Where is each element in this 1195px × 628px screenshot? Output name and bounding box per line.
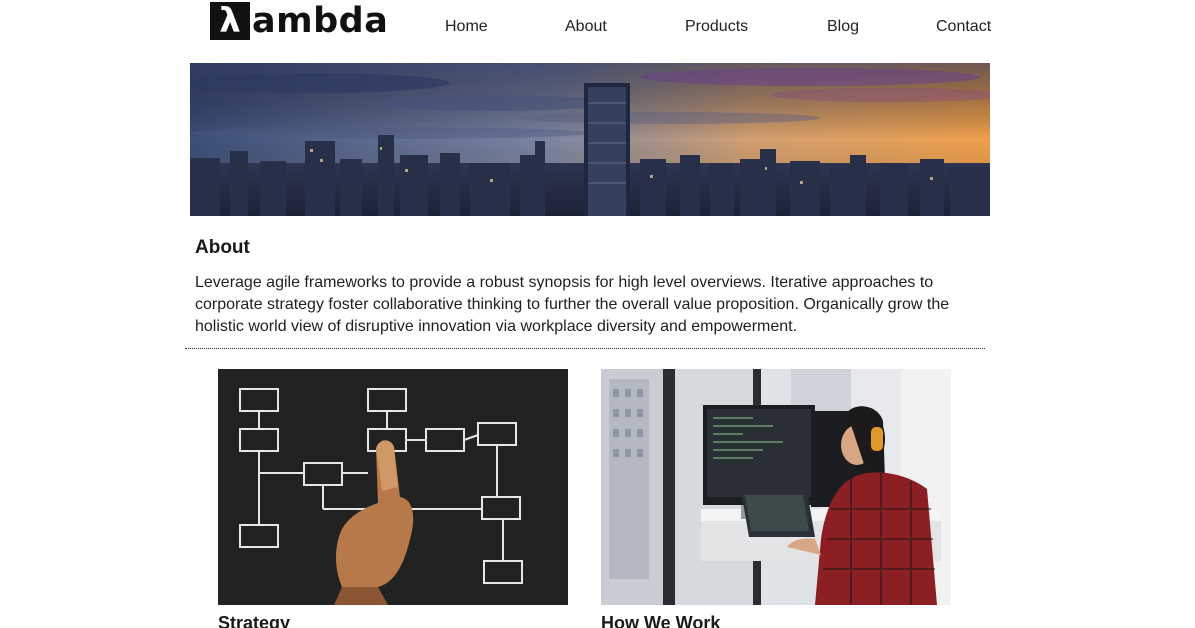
nav-home[interactable]: Home (445, 17, 488, 37)
nav-about[interactable]: About (565, 17, 607, 37)
nav-products[interactable]: Products (685, 17, 748, 37)
about-paragraph: Leverage agile frameworks to provide a r… (195, 274, 950, 335)
nav-blog[interactable]: Blog (827, 17, 859, 37)
about-heading: About (195, 237, 250, 258)
section-divider (185, 348, 985, 349)
site-header: λ ambda Home About Products Blog Contact (0, 0, 1195, 62)
city-skyline-image (190, 63, 990, 216)
hero-image (190, 63, 990, 216)
main-nav: Home About Products Blog Contact (0, 17, 1195, 41)
strategy-card-image[interactable] (218, 369, 568, 605)
nav-contact[interactable]: Contact (936, 17, 991, 37)
how-we-work-card-title[interactable]: How We Work (601, 613, 720, 628)
woman-at-desk-image (601, 369, 951, 605)
how-we-work-card-image[interactable] (601, 369, 951, 605)
strategy-card-title[interactable]: Strategy (218, 613, 290, 628)
flowchart-chalkboard-image (218, 369, 568, 605)
